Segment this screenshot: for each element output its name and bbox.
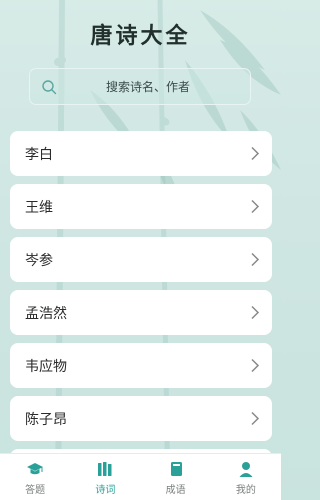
chevron-right-icon [251, 199, 260, 214]
tab-label: 我的 [235, 485, 256, 496]
poet-item-chenziang[interactable]: 陈子昂 [10, 396, 272, 441]
poet-name: 王维 [25, 199, 53, 216]
chevron-right-icon [251, 252, 260, 267]
book-icon [170, 462, 182, 476]
chevron-right-icon [251, 358, 260, 373]
poet-item-libai[interactable]: 李白 [10, 131, 272, 176]
books-icon [98, 462, 112, 476]
poet-name: 孟浩然 [25, 305, 67, 322]
tab-label: 诗词 [95, 485, 116, 496]
user-icon [239, 462, 253, 477]
chevron-right-icon [251, 305, 260, 320]
poet-name: 陈子昂 [25, 411, 67, 428]
page-title: 唐诗大全 [90, 23, 191, 49]
poet-name: 韦应物 [25, 358, 67, 375]
tab-label: 成语 [165, 485, 186, 496]
chevron-right-icon [251, 411, 260, 426]
tab-quiz[interactable]: 答题 [0, 454, 70, 500]
chevron-right-icon [251, 146, 260, 161]
tab-poems[interactable]: 诗词 [70, 454, 140, 500]
poet-name: 李白 [25, 146, 53, 163]
graduation-cap-icon [27, 463, 44, 475]
bottom-tab-bar: 答题 诗词 成语 我的 [0, 453, 281, 500]
poet-item-censhen[interactable]: 岑参 [10, 237, 272, 282]
poet-item-weiyingwu[interactable]: 韦应物 [10, 343, 272, 388]
tab-label: 答题 [25, 485, 46, 496]
poet-item-menghaoran[interactable]: 孟浩然 [10, 290, 272, 335]
search-bar[interactable]: 搜索诗名、作者 [29, 68, 251, 105]
tab-idioms[interactable]: 成语 [141, 454, 211, 500]
search-placeholder: 搜索诗名、作者 [105, 80, 190, 94]
poet-name: 岑参 [25, 252, 53, 269]
poet-item-wangwei[interactable]: 王维 [10, 184, 272, 229]
tab-mine[interactable]: 我的 [211, 454, 281, 500]
